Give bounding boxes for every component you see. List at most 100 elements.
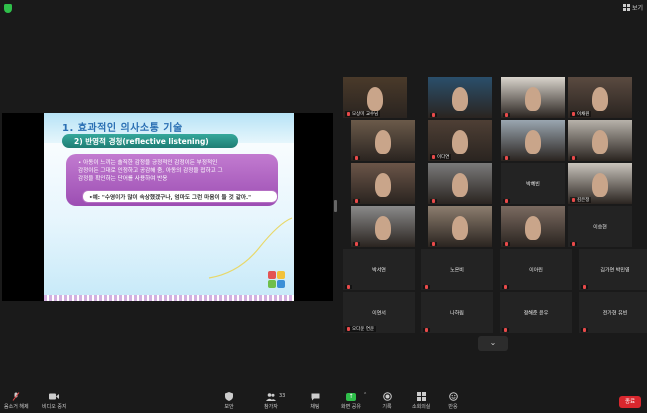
- slide-body-line: 감정이든 그대로 인정하고 공감해 줌, 아동의 감정을 접하고 그: [78, 168, 223, 174]
- participant-video: [501, 120, 565, 161]
- muted-mic-icon: [355, 199, 358, 203]
- participant-tile[interactable]: [501, 206, 565, 247]
- muted-mic-icon: [504, 285, 507, 289]
- record-label: 기록: [382, 404, 392, 410]
- slide-title: 1. 효과적인 의사소통 기술: [62, 123, 183, 134]
- participant-tile[interactable]: [568, 120, 632, 161]
- splitter-handle[interactable]: [334, 200, 337, 212]
- gallery-next-page-button[interactable]: ⌄: [478, 336, 508, 351]
- participant-tile[interactable]: [501, 77, 565, 118]
- participant-silhouette: [592, 173, 608, 197]
- chat-button[interactable]: 채팅: [310, 392, 320, 410]
- participant-tile[interactable]: 이채원: [568, 77, 632, 118]
- participant-tile[interactable]: [351, 120, 415, 161]
- stop-video-button[interactable]: 비디오 중지: [42, 392, 67, 410]
- participant-name: 이연서: [372, 310, 386, 316]
- participant-name: 전가현 유빈: [602, 310, 628, 316]
- participant-name: 박혜빈: [526, 181, 540, 187]
- participant-video: [428, 77, 492, 118]
- participant-tile[interactable]: 모상미 교수님: [343, 77, 407, 118]
- participant-name: 노은비: [450, 267, 464, 273]
- participant-silhouette: [452, 130, 468, 154]
- participant-silhouette: [452, 216, 468, 240]
- muted-mic-icon: [504, 328, 507, 332]
- participant-video: [501, 206, 565, 247]
- participant-name: 이아린: [529, 267, 543, 273]
- view-button[interactable]: 보기: [622, 3, 643, 12]
- muted-mic-icon: [505, 199, 508, 203]
- breakout-rooms-icon: [416, 392, 426, 401]
- muted-mic-icon: [505, 113, 508, 117]
- share-screen-label: 화면 공유: [341, 404, 361, 410]
- participant-label: [503, 242, 510, 246]
- muted-mic-icon: [432, 199, 435, 203]
- breakout-rooms-button[interactable]: 소회의실: [412, 392, 430, 410]
- participant-tile[interactable]: 나하림: [421, 292, 493, 333]
- microphone-muted-icon: [11, 392, 21, 401]
- participant-tile[interactable]: [501, 120, 565, 161]
- participants-button[interactable]: 참가자: [264, 392, 278, 410]
- presentation-slide: 1. 효과적인 의사소통 기술 2) 반영적 경청(reflective lis…: [44, 113, 294, 301]
- participant-label: [430, 199, 437, 203]
- chat-bubble-icon: [310, 392, 320, 401]
- participant-label: 이다연: [430, 154, 452, 160]
- participant-video: [351, 120, 415, 161]
- security-button[interactable]: 보안: [224, 392, 234, 410]
- top-bar: 보기: [0, 0, 647, 16]
- participant-silhouette: [367, 87, 383, 111]
- muted-mic-icon: [432, 113, 435, 117]
- record-button[interactable]: 기록: [382, 392, 392, 410]
- participant-tile[interactable]: 노은비: [421, 249, 493, 290]
- participant-label: [570, 156, 577, 160]
- participant-label: [503, 113, 510, 117]
- muted-mic-icon: [583, 328, 586, 332]
- muted-mic-icon: [572, 198, 575, 202]
- participants-icon: [265, 392, 276, 401]
- participant-tile[interactable]: 이승현: [568, 206, 632, 247]
- participant-label: [353, 199, 360, 203]
- chevron-down-icon: ⌄: [489, 338, 497, 347]
- participant-label: 김은정: [570, 197, 592, 203]
- participant-tile[interactable]: 이연서오다운 연운: [343, 292, 415, 333]
- participant-tile[interactable]: [428, 206, 492, 247]
- muted-mic-icon: [425, 285, 428, 289]
- end-meeting-button[interactable]: 종료: [619, 396, 641, 408]
- reactions-button[interactable]: 반응: [448, 392, 458, 410]
- participant-name: 박서연: [372, 267, 386, 273]
- share-screen-button[interactable]: ↑ 화면 공유: [341, 392, 361, 410]
- participant-label: [503, 199, 510, 203]
- security-shield-icon[interactable]: [4, 4, 12, 13]
- participant-label-text: 모상미 교수님: [352, 112, 379, 117]
- participant-silhouette: [525, 87, 541, 111]
- muted-mic-icon: [572, 242, 575, 246]
- participant-tile[interactable]: 김은정: [568, 163, 632, 204]
- participant-label-text: 이다연: [437, 155, 450, 160]
- participant-tile[interactable]: 전가현 유빈: [579, 292, 647, 333]
- participant-tile[interactable]: 이다연: [428, 120, 492, 161]
- participant-label-text: 오다운 연운: [352, 327, 375, 332]
- participant-tile[interactable]: [428, 163, 492, 204]
- slide-footer: [44, 295, 294, 301]
- smiley-icon: [448, 392, 458, 401]
- slide-subtitle: 2) 반영적 경청(reflective listening): [62, 134, 238, 148]
- participant-tile[interactable]: [428, 77, 492, 118]
- participant-video: [351, 206, 415, 247]
- participant-tile[interactable]: [351, 206, 415, 247]
- muted-mic-icon: [583, 285, 586, 289]
- participant-tile[interactable]: 박서연: [343, 249, 415, 290]
- participant-tile[interactable]: 박혜빈: [501, 163, 565, 204]
- unmute-button[interactable]: 음소거 해제: [4, 392, 29, 410]
- participant-tile[interactable]: 김가연 박민영: [579, 249, 647, 290]
- muted-mic-icon: [432, 242, 435, 246]
- participant-silhouette: [375, 130, 391, 154]
- participant-tile[interactable]: 정해준 윤우: [500, 292, 572, 333]
- participant-label-text: 이채원: [577, 112, 590, 117]
- share-options-caret-icon[interactable]: ⌃: [363, 392, 367, 398]
- participant-tile[interactable]: [351, 163, 415, 204]
- muted-mic-icon: [347, 327, 350, 331]
- record-icon: [382, 392, 392, 401]
- participant-tile[interactable]: 이아린: [500, 249, 572, 290]
- participant-name: 나하림: [450, 310, 464, 316]
- grid-view-icon: [622, 4, 630, 11]
- video-camera-icon: [49, 392, 60, 401]
